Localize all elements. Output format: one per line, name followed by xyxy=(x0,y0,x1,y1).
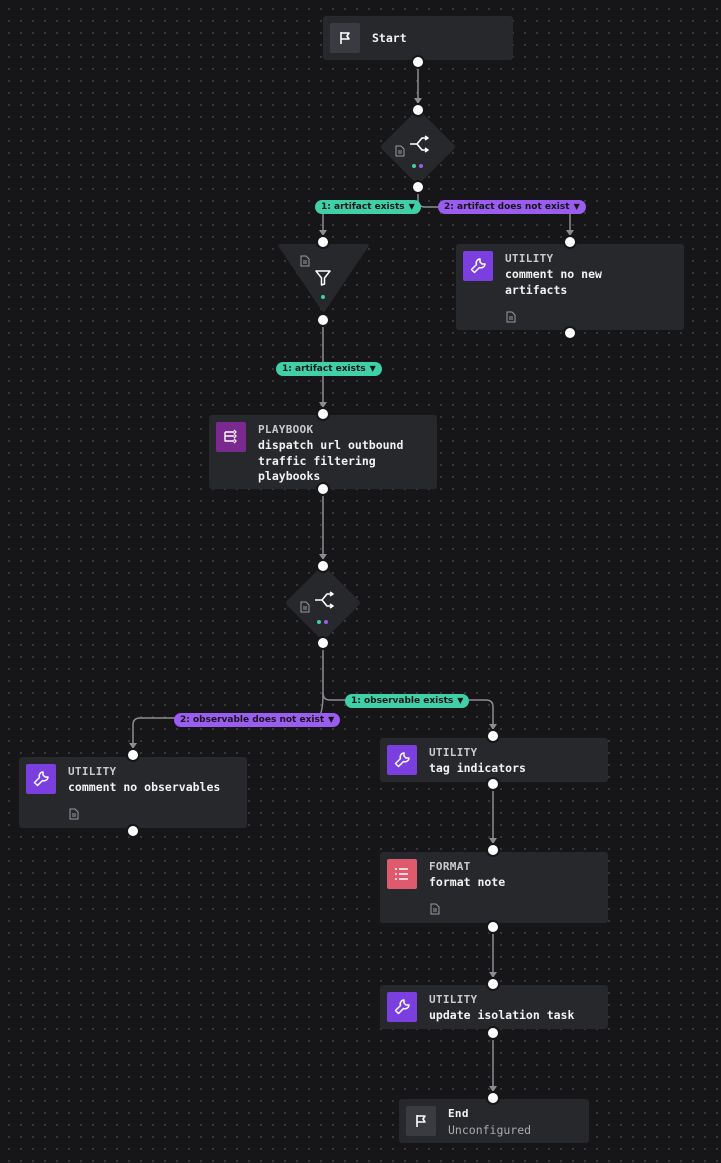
port-comment-out[interactable] xyxy=(126,824,140,838)
port-filter-in[interactable] xyxy=(316,235,330,249)
branch-dots xyxy=(412,164,423,168)
playbook-node-dispatch[interactable]: PLAYBOOK dispatch url outbound traffic f… xyxy=(209,415,437,489)
decision-1-content xyxy=(378,107,458,187)
node-type-label: UTILITY xyxy=(429,746,478,759)
document-icon xyxy=(300,598,310,613)
utility-node-comment-no-new-artifacts[interactable]: UTILITY comment no new artifacts xyxy=(456,244,684,330)
end-subtitle: Unconfigured xyxy=(448,1123,532,1137)
port-format-out[interactable] xyxy=(486,920,500,934)
caret-down-icon: ▼ xyxy=(408,202,415,211)
port-tag-in[interactable] xyxy=(486,729,500,743)
node-title: update isolation task xyxy=(429,1008,575,1022)
wrench-icon xyxy=(463,251,493,281)
node-type-label: UTILITY xyxy=(429,993,478,1006)
wrench-icon xyxy=(387,745,417,775)
wrench-icon xyxy=(26,764,56,794)
node-title: comment no new artifacts xyxy=(505,267,602,297)
end-title: End xyxy=(448,1107,469,1120)
port-filter-out[interactable] xyxy=(316,313,330,327)
port-format-in[interactable] xyxy=(486,843,500,857)
branch-icon xyxy=(410,135,429,153)
list-icon xyxy=(387,859,417,889)
utility-node-tag-indicators[interactable]: UTILITY tag indicators xyxy=(380,738,608,782)
branch-label-observable-exists[interactable]: 1: observable exists ▼ xyxy=(345,694,470,708)
filter-icon xyxy=(315,270,331,286)
node-title: dispatch url outbound traffic filtering … xyxy=(258,438,404,483)
document-icon xyxy=(300,252,310,267)
branch-label-observable-does-not-exist[interactable]: 2: observable does not exist ▼ xyxy=(174,713,341,727)
node-type-label: UTILITY xyxy=(505,252,554,265)
decision-2-content xyxy=(283,563,363,643)
port-decision2-in[interactable] xyxy=(316,559,330,573)
port-update-in[interactable] xyxy=(486,977,500,991)
branch-label-artifact-does-not-exist[interactable]: 2: artifact does not exist ▼ xyxy=(438,200,586,214)
port-end-in[interactable] xyxy=(486,1091,500,1105)
document-icon xyxy=(69,805,79,820)
utility-node-update-isolation-task[interactable]: UTILITY update isolation task xyxy=(380,985,608,1029)
branch-label-artifact-exists[interactable]: 1: artifact exists ▼ xyxy=(315,200,421,214)
branch-icon xyxy=(315,591,334,609)
port-playbook-out[interactable] xyxy=(316,482,330,496)
caret-down-icon: ▼ xyxy=(573,202,580,211)
port-update-out[interactable] xyxy=(486,1026,500,1040)
port-decision1-in[interactable] xyxy=(411,103,425,117)
format-node-format-note[interactable]: FORMAT format note xyxy=(380,852,608,923)
port-utility1-in[interactable] xyxy=(563,235,577,249)
branch-dots xyxy=(317,620,328,624)
caret-down-icon: ▼ xyxy=(369,364,376,373)
port-tag-out[interactable] xyxy=(486,777,500,791)
node-type-label: PLAYBOOK xyxy=(258,423,314,436)
playbook-icon xyxy=(216,422,246,452)
filter-dot xyxy=(321,295,325,299)
document-icon xyxy=(395,142,405,157)
port-playbook-in[interactable] xyxy=(316,407,330,421)
node-title: comment no observables xyxy=(68,780,221,794)
caret-down-icon: ▼ xyxy=(457,696,464,705)
port-decision1-out[interactable] xyxy=(411,180,425,194)
document-icon xyxy=(430,900,440,915)
caret-down-icon: ▼ xyxy=(328,715,335,724)
flag-icon xyxy=(330,23,360,53)
start-node[interactable]: Start xyxy=(323,16,513,60)
node-type-label: UTILITY xyxy=(68,765,117,778)
port-comment-in[interactable] xyxy=(126,748,140,762)
start-title: Start xyxy=(372,31,407,45)
edge-decision2-tag xyxy=(322,643,494,726)
port-utility1-out[interactable] xyxy=(563,326,577,340)
flag-icon xyxy=(406,1106,436,1136)
end-node[interactable]: End Unconfigured xyxy=(399,1099,589,1143)
node-type-label: FORMAT xyxy=(429,860,471,873)
wrench-icon xyxy=(387,992,417,1022)
node-title: tag indicators xyxy=(429,761,526,775)
port-decision2-out[interactable] xyxy=(316,636,330,650)
document-icon xyxy=(506,308,516,323)
node-title: format note xyxy=(429,875,506,889)
port-start-out[interactable] xyxy=(411,55,425,69)
branch-label-filter-artifact-exists[interactable]: 1: artifact exists ▼ xyxy=(276,362,382,376)
utility-node-comment-no-observables[interactable]: UTILITY comment no observables xyxy=(19,757,247,828)
